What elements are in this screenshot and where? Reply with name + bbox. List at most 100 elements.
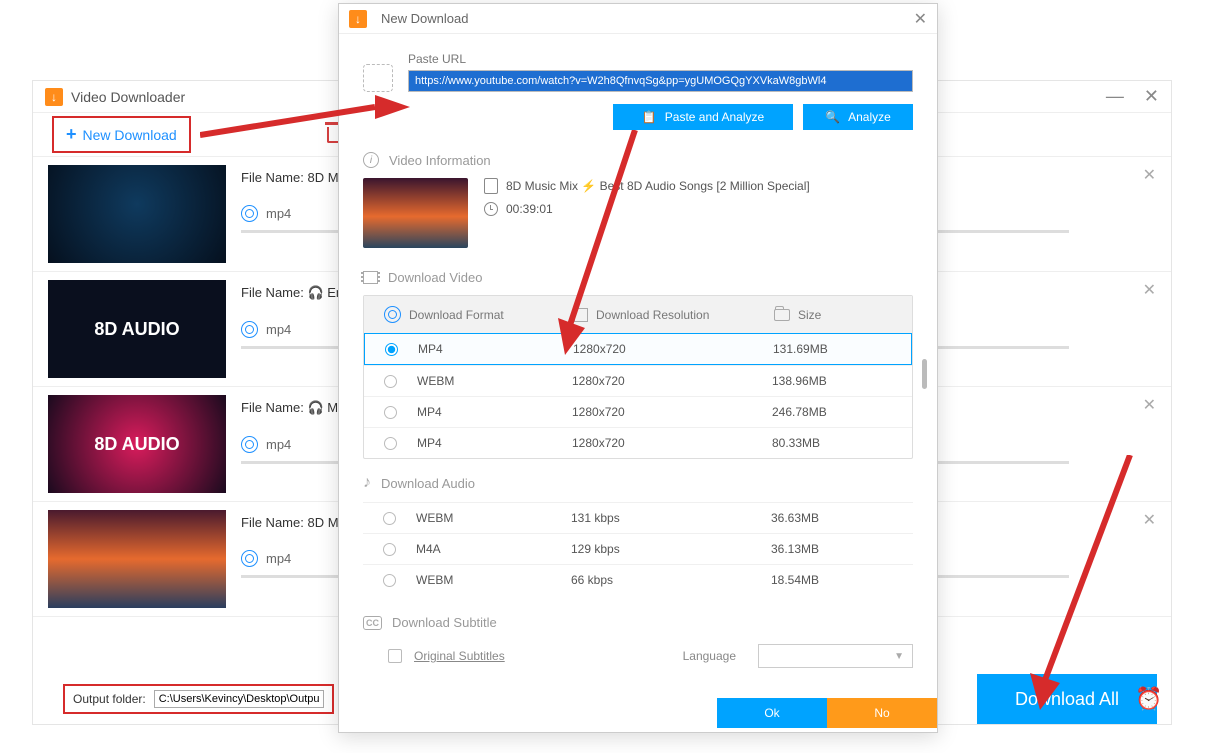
- dialog-title: New Download: [381, 11, 468, 26]
- resolution-icon: [574, 308, 588, 322]
- film-icon: [363, 271, 378, 284]
- item-thumbnail: 8D AUDIO: [48, 395, 226, 493]
- video-thumbnail: [363, 178, 468, 248]
- app-title: Video Downloader: [71, 89, 185, 105]
- remove-item-button[interactable]: ✕: [1143, 280, 1156, 300]
- col-format: Download Format: [409, 308, 504, 322]
- app-logo-icon: ↓: [45, 88, 63, 106]
- remove-item-button[interactable]: ✕: [1143, 510, 1156, 530]
- row-size: 18.54MB: [771, 573, 893, 587]
- url-input[interactable]: [408, 70, 913, 92]
- row-format: WEBM: [416, 511, 571, 525]
- language-label: Language: [683, 649, 736, 663]
- close-button[interactable]: ✕: [1144, 86, 1159, 107]
- audio-format-row[interactable]: WEBM66 kbps18.54MB: [363, 564, 913, 595]
- video-format-table: Download Format Download Resolution Size…: [363, 295, 913, 459]
- language-dropdown[interactable]: ▼: [758, 644, 913, 668]
- format-icon: [241, 550, 258, 567]
- row-size: 80.33MB: [772, 436, 892, 450]
- remove-item-button[interactable]: ✕: [1143, 165, 1156, 185]
- plus-icon: +: [66, 124, 77, 145]
- remove-item-button[interactable]: ✕: [1143, 395, 1156, 415]
- item-thumbnail: [48, 510, 226, 608]
- video-format-row[interactable]: MP41280x72080.33MB: [364, 427, 912, 458]
- new-download-label: New Download: [83, 127, 177, 143]
- radio-button[interactable]: [384, 406, 397, 419]
- format-icon: [241, 436, 258, 453]
- row-format: M4A: [416, 542, 571, 556]
- no-button[interactable]: No: [827, 698, 937, 728]
- clock-icon: [484, 202, 498, 216]
- item-format: mp4: [266, 551, 291, 566]
- audio-format-row[interactable]: M4A129 kbps36.13MB: [363, 533, 913, 564]
- document-icon: [484, 178, 498, 194]
- row-bitrate: 131 kbps: [571, 511, 771, 525]
- format-icon: [241, 321, 258, 338]
- row-resolution: 1280x720: [572, 405, 772, 419]
- download-audio-header: Download Audio: [381, 476, 475, 491]
- video-info-header: Video Information: [389, 153, 491, 168]
- row-format: WEBM: [416, 573, 571, 587]
- new-download-button[interactable]: + New Download: [52, 116, 191, 153]
- paste-icon: [363, 64, 393, 92]
- col-resolution: Download Resolution: [596, 308, 709, 322]
- row-format: MP4: [418, 342, 573, 356]
- row-bitrate: 129 kbps: [571, 542, 771, 556]
- row-size: 131.69MB: [773, 342, 891, 356]
- audio-format-row[interactable]: WEBM131 kbps36.63MB: [363, 502, 913, 533]
- download-video-header: Download Video: [388, 270, 482, 285]
- row-bitrate: 66 kbps: [571, 573, 771, 587]
- new-download-dialog: ↓ New Download ✕ Paste URL 📋Paste and An…: [338, 3, 938, 733]
- row-format: MP4: [417, 405, 572, 419]
- analyze-button[interactable]: 🔍Analyze: [803, 104, 913, 130]
- video-format-row[interactable]: MP41280x720131.69MB: [364, 333, 912, 365]
- paste-and-analyze-button[interactable]: 📋Paste and Analyze: [613, 104, 793, 130]
- row-resolution: 1280x720: [573, 342, 773, 356]
- video-format-row[interactable]: MP41280x720246.78MB: [364, 396, 912, 427]
- table-scrollbar[interactable]: [922, 359, 927, 389]
- item-format: mp4: [266, 206, 291, 221]
- video-title: 8D Music Mix ⚡ Best 8D Audio Songs [2 Mi…: [506, 179, 810, 193]
- minimize-button[interactable]: —: [1106, 86, 1124, 107]
- row-size: 36.63MB: [771, 511, 893, 525]
- search-icon: 🔍: [825, 110, 840, 124]
- dialog-titlebar: ↓ New Download ✕: [339, 4, 937, 34]
- output-folder-input[interactable]: [154, 690, 324, 708]
- output-folder-box: Output folder:: [63, 684, 334, 714]
- music-note-icon: ♪: [363, 474, 371, 492]
- row-size: 246.78MB: [772, 405, 892, 419]
- item-thumbnail: 8D AUDIO: [48, 280, 226, 378]
- item-format: mp4: [266, 437, 291, 452]
- format-icon: [241, 205, 258, 222]
- schedule-icon[interactable]: ⏰: [1127, 674, 1171, 724]
- original-subtitles-label: Original Subtitles: [414, 649, 505, 663]
- folder-icon: [774, 309, 790, 321]
- radio-button[interactable]: [384, 437, 397, 450]
- col-size: Size: [798, 308, 821, 322]
- radio-button[interactable]: [383, 543, 396, 556]
- row-resolution: 1280x720: [572, 436, 772, 450]
- dialog-close-button[interactable]: ✕: [914, 9, 927, 29]
- download-subtitle-header: Download Subtitle: [392, 615, 497, 630]
- radio-button[interactable]: [383, 512, 396, 525]
- output-folder-label: Output folder:: [73, 692, 146, 706]
- row-format: WEBM: [417, 374, 572, 388]
- radio-button[interactable]: [385, 343, 398, 356]
- row-resolution: 1280x720: [572, 374, 772, 388]
- row-size: 36.13MB: [771, 542, 893, 556]
- radio-button[interactable]: [383, 574, 396, 587]
- radio-button[interactable]: [384, 375, 397, 388]
- item-thumbnail: [48, 165, 226, 263]
- info-icon: i: [363, 152, 379, 168]
- row-size: 138.96MB: [772, 374, 892, 388]
- clipboard-icon: 📋: [642, 110, 657, 124]
- item-format: mp4: [266, 322, 291, 337]
- cc-icon: CC: [363, 616, 382, 630]
- video-duration: 00:39:01: [506, 202, 553, 216]
- original-subtitles-checkbox[interactable]: [388, 649, 402, 663]
- dialog-logo-icon: ↓: [349, 10, 367, 28]
- ok-button[interactable]: Ok: [717, 698, 827, 728]
- paste-url-label: Paste URL: [408, 52, 913, 66]
- video-format-row[interactable]: WEBM1280x720138.96MB: [364, 365, 912, 396]
- audio-format-table: WEBM131 kbps36.63MBM4A129 kbps36.13MBWEB…: [363, 502, 913, 595]
